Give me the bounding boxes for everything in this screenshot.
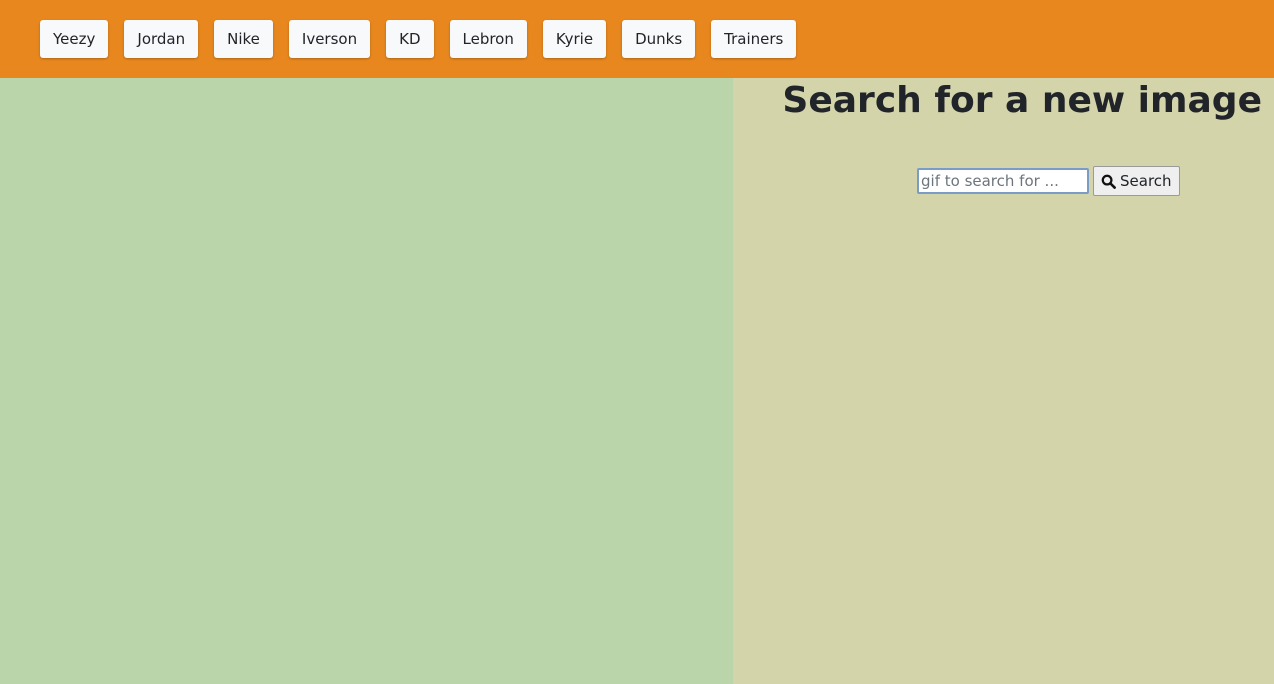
topic-button-trainers[interactable]: Trainers xyxy=(711,20,797,58)
topic-button-kyrie[interactable]: Kyrie xyxy=(542,20,607,58)
search-form: Search xyxy=(917,166,1180,196)
topic-button-kd[interactable]: KD xyxy=(386,20,434,58)
search-panel-title: Search for a new image xyxy=(782,80,1262,121)
topic-bar: Yeezy Jordan Nike Iverson KD Lebron Kyri… xyxy=(0,0,1274,78)
topic-button-lebron[interactable]: Lebron xyxy=(449,20,527,58)
search-panel: Search for a new image Search xyxy=(733,78,1274,684)
topic-button-yeezy[interactable]: Yeezy xyxy=(40,20,109,58)
topic-button-dunks[interactable]: Dunks xyxy=(622,20,696,58)
search-button-label: Search xyxy=(1120,172,1172,190)
gif-results-area xyxy=(0,78,733,684)
topic-button-iverson[interactable]: Iverson xyxy=(288,20,371,58)
topic-button-nike[interactable]: Nike xyxy=(214,20,273,58)
topic-button-jordan[interactable]: Jordan xyxy=(124,20,199,58)
search-input[interactable] xyxy=(917,168,1089,194)
search-button[interactable]: Search xyxy=(1093,166,1180,196)
search-icon xyxy=(1101,174,1116,189)
topic-button-row: Yeezy Jordan Nike Iverson KD Lebron Kyri… xyxy=(40,20,797,58)
